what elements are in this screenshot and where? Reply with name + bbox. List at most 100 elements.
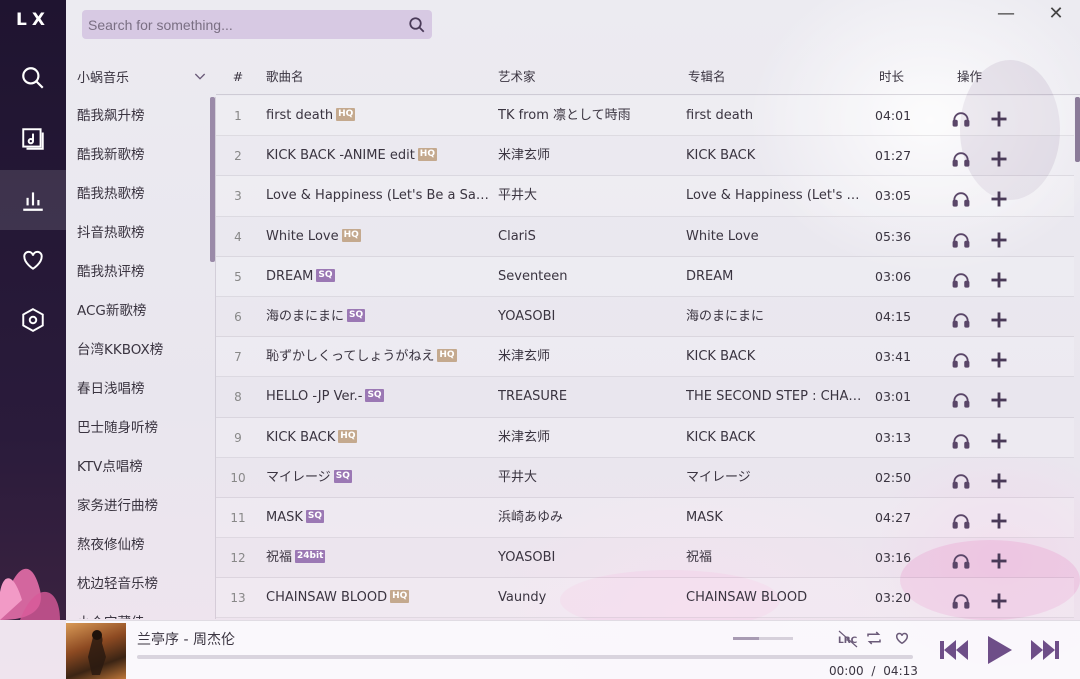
album-name[interactable]: MASK bbox=[686, 498, 866, 538]
leaderboard-item[interactable]: 台湾KKBOX榜 bbox=[66, 331, 216, 370]
table-row[interactable]: 11 MASK SQ 浜崎あゆみ MASK 04:27 bbox=[216, 497, 1074, 539]
add-to-list-button[interactable] bbox=[989, 227, 1009, 248]
album-name[interactable]: first death bbox=[686, 96, 866, 136]
artist-name[interactable]: TK from 凛として時雨 bbox=[498, 96, 678, 136]
repeat-button[interactable] bbox=[865, 629, 885, 649]
leaderboard-item[interactable]: 酷我飙升榜 bbox=[66, 97, 216, 136]
leaderboard-item[interactable]: 酷我新歌榜 bbox=[66, 136, 216, 175]
add-to-list-button[interactable] bbox=[989, 548, 1009, 569]
album-name[interactable]: 海のまにまに bbox=[686, 297, 866, 337]
nav-settings[interactable] bbox=[0, 290, 66, 350]
listen-button[interactable] bbox=[951, 307, 971, 328]
add-to-list-button[interactable] bbox=[989, 186, 1009, 207]
listen-button[interactable] bbox=[951, 548, 971, 569]
leaderboard-item[interactable]: 酷我热歌榜 bbox=[66, 175, 216, 214]
playback-progress[interactable] bbox=[137, 655, 913, 659]
listen-button[interactable] bbox=[951, 227, 971, 248]
nav-leaderboard[interactable] bbox=[0, 170, 66, 230]
leaderboard-item[interactable]: KTV点唱榜 bbox=[66, 448, 216, 487]
listen-button[interactable] bbox=[951, 186, 971, 207]
artist-name[interactable]: Seventeen bbox=[498, 257, 678, 297]
artist-name[interactable]: ClariS bbox=[498, 217, 678, 257]
leaderboard-item[interactable]: 家务进行曲榜 bbox=[66, 487, 216, 526]
listen-button[interactable] bbox=[951, 588, 971, 609]
table-row[interactable]: 3 Love & Happiness (Let's Be a San... 平井大 L… bbox=[216, 176, 1074, 217]
leaderboard-item[interactable]: 春日浅唱榜 bbox=[66, 370, 216, 409]
artist-name[interactable]: YOASOBI bbox=[498, 538, 678, 578]
play-button[interactable] bbox=[985, 634, 1013, 670]
listen-button[interactable] bbox=[951, 508, 971, 529]
leaderboard-item[interactable]: 小众宝藏佳 bbox=[66, 604, 216, 619]
table-row[interactable]: 7 恥ずかしくってしょうがねえ HQ 米津玄师 KICK BACK 03:41 bbox=[216, 337, 1074, 378]
table-row[interactable]: 4 White Love HQ ClariS White Love 05:36 bbox=[216, 217, 1074, 257]
previous-button[interactable] bbox=[938, 636, 970, 668]
album-name[interactable]: KICK BACK bbox=[686, 337, 866, 377]
album-name[interactable]: KICK BACK bbox=[686, 136, 866, 176]
nav-search[interactable] bbox=[0, 48, 66, 108]
table-row[interactable]: 6 海のまにまに SQ YOASOBI 海のまにまに 04:15 bbox=[216, 297, 1074, 338]
add-to-list-button[interactable] bbox=[989, 468, 1009, 489]
nav-favorites[interactable] bbox=[0, 230, 66, 290]
add-to-list-button[interactable] bbox=[989, 307, 1009, 328]
add-to-list-button[interactable] bbox=[989, 146, 1009, 167]
source-selector[interactable]: 小蜗音乐 bbox=[66, 58, 216, 95]
table-scrollbar[interactable] bbox=[1075, 97, 1080, 162]
leaderboard-item[interactable]: ACG新歌榜 bbox=[66, 292, 216, 331]
listen-button[interactable] bbox=[951, 468, 971, 489]
comment-button[interactable] bbox=[893, 629, 913, 649]
lyrics-toggle[interactable]: LRC bbox=[837, 629, 858, 649]
add-to-list-button[interactable] bbox=[989, 508, 1009, 529]
album-name[interactable]: CHAINSAW BLOOD bbox=[686, 578, 866, 618]
album-name[interactable]: マイレージ bbox=[686, 458, 866, 498]
table-row[interactable]: 1 first death HQ TK from 凛として時雨 first death 0… bbox=[216, 96, 1074, 137]
table-row[interactable]: 10 マイレージ SQ 平井大 マイレージ 02:50 bbox=[216, 458, 1074, 498]
table-row[interactable]: 12 祝福 24bit YOASOBI 祝福 03:16 bbox=[216, 538, 1074, 579]
add-to-list-button[interactable] bbox=[989, 106, 1009, 127]
artist-name[interactable]: 平井大 bbox=[498, 176, 678, 216]
album-name[interactable]: White Love bbox=[686, 217, 866, 257]
album-name[interactable]: 祝福 bbox=[686, 538, 866, 578]
listen-button[interactable] bbox=[951, 267, 971, 288]
artist-name[interactable]: 平井大 bbox=[498, 458, 678, 498]
nav-my-music[interactable] bbox=[0, 109, 66, 169]
add-to-list-button[interactable] bbox=[989, 428, 1009, 448]
table-row[interactable]: 9 KICK BACK HQ 米津玄师 KICK BACK 03:13 bbox=[216, 417, 1074, 458]
album-name[interactable]: DREAM bbox=[686, 257, 866, 297]
album-name[interactable]: KICK BACK bbox=[686, 418, 866, 458]
artist-name[interactable]: TREASURE bbox=[498, 377, 678, 417]
artist-name[interactable]: Vaundy bbox=[498, 578, 678, 618]
search-submit-button[interactable] bbox=[402, 10, 432, 39]
album-name[interactable]: THE SECOND STEP : CHAP... bbox=[686, 377, 866, 417]
album-cover[interactable] bbox=[66, 623, 126, 679]
artist-name[interactable]: 浜崎あゆみ bbox=[498, 498, 678, 538]
leaderboard-item[interactable]: 抖音热歌榜 bbox=[66, 214, 216, 253]
close-button[interactable]: ✕ bbox=[1045, 2, 1067, 24]
table-row[interactable]: 13 CHAINSAW BLOOD HQ Vaundy CHAINSAW BLOOD 03… bbox=[216, 578, 1074, 619]
artist-name[interactable]: 米津玄师 bbox=[498, 136, 678, 176]
listen-button[interactable] bbox=[951, 146, 971, 167]
artist-name[interactable]: YOASOBI bbox=[498, 297, 678, 337]
table-row[interactable]: 8 HELLO -JP Ver.- SQ TREASURE THE SECOND STE… bbox=[216, 377, 1074, 418]
minimize-button[interactable]: — bbox=[995, 2, 1017, 24]
listen-button[interactable] bbox=[951, 106, 971, 127]
listen-button[interactable] bbox=[951, 347, 971, 368]
artist-name[interactable]: 米津玄师 bbox=[498, 337, 678, 377]
now-playing-title[interactable]: 兰亭序 - 周杰伦 bbox=[137, 629, 235, 649]
volume-slider[interactable] bbox=[733, 637, 793, 640]
table-row[interactable]: 5 DREAM SQ Seventeen DREAM 03:06 bbox=[216, 256, 1074, 297]
album-name[interactable]: Love & Happiness (Let's B... bbox=[686, 176, 866, 216]
artist-name[interactable]: 米津玄师 bbox=[498, 418, 678, 458]
leaderboard-item[interactable]: 酷我热评榜 bbox=[66, 253, 216, 292]
search-input[interactable] bbox=[82, 10, 402, 39]
add-to-list-button[interactable] bbox=[989, 347, 1009, 368]
table-row[interactable]: 2 KICK BACK -ANIME edit HQ 米津玄师 KICK BACK 01:… bbox=[216, 136, 1074, 177]
leaderboard-item[interactable]: 巴士随身听榜 bbox=[66, 409, 216, 448]
listen-button[interactable] bbox=[951, 428, 971, 449]
next-button[interactable] bbox=[1029, 636, 1061, 668]
leaderboard-item[interactable]: 枕边轻音乐榜 bbox=[66, 565, 216, 604]
leaderboard-item[interactable]: 熬夜修仙榜 bbox=[66, 526, 216, 565]
add-to-list-button[interactable] bbox=[989, 387, 1009, 408]
listen-button[interactable] bbox=[951, 387, 971, 408]
add-to-list-button[interactable] bbox=[989, 588, 1009, 609]
add-to-list-button[interactable] bbox=[989, 267, 1009, 288]
